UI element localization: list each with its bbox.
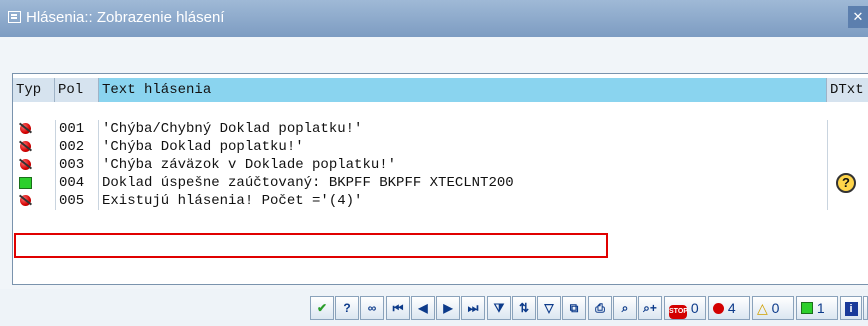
sort-button[interactable]: ⇅ [512,296,536,320]
pol-cell: 002 [55,138,99,156]
stop-count-button[interactable]: STOP 0 [664,296,706,320]
table-body: 001 'Chýba/Chybný Doklad poplatku!' 002 … [13,120,868,210]
next-page-button[interactable]: ▶ [436,296,460,320]
status-cell [13,174,55,192]
dtxt-cell [827,138,868,156]
table-header: Typ Pol Text hlásenia DTxt [13,78,868,102]
success-count-button[interactable]: 1 [796,296,838,320]
pol-cell: 003 [55,156,99,174]
pol-cell: 001 [55,120,99,138]
status-cell [13,156,55,174]
warning-count-button[interactable]: △ 0 [752,296,794,320]
pol-cell: 004 [55,174,99,192]
stop-count: 0 [690,300,699,316]
glasses-button[interactable]: ∞ [360,296,384,320]
table-row[interactable]: 003 'Chýba záväzok v Doklade poplatku!' [13,156,868,174]
last-page-button[interactable]: ⏭ [461,296,485,320]
dtxt-cell [827,120,868,138]
info-icon: i [844,302,858,316]
highlight-box [14,233,608,258]
table-row[interactable]: 002 'Chýba Doklad poplatku!' [13,138,868,156]
error-led-icon [18,158,33,172]
stop-icon: STOP [669,305,688,319]
filter-button[interactable]: ⧩ [487,296,511,320]
title-bar: Hlásenia:: Zobrazenie hlásení ✕ [0,0,868,37]
dtxt-cell [827,156,868,174]
error-led-icon [18,194,33,208]
message-text-cell: Doklad úspešne zaúčtovaný: BKPFF BKPFF X… [102,175,514,191]
message-text-cell: Existujú hlásenia! Počet ='(4)' [102,193,363,209]
status-cell [13,192,55,210]
column-header-pol[interactable]: Pol [55,78,99,102]
window-icon [8,11,21,23]
error-led-icon [18,122,33,136]
warning-count: 0 [771,300,780,316]
dialog-body: Typ Pol Text hlásenia DTxt 001 'Chýba/Ch… [0,37,868,289]
column-header-typ[interactable]: Typ [13,78,55,102]
status-cell [13,138,55,156]
table-row[interactable]: 005 Existujú hlásenia! Počet ='(4)' [13,192,868,210]
help-text-icon[interactable]: ? [836,173,856,193]
error-icon [713,303,724,314]
info-button[interactable]: i [840,296,862,320]
error-led-icon [18,140,33,154]
warning-icon: △ [757,300,768,316]
column-header-dtxt[interactable]: DTxt [827,78,868,102]
table-row[interactable]: 004 Doklad úspešne zaúčtovaný: BKPFF BKP… [13,173,868,193]
help-button[interactable]: ? [335,296,359,320]
message-text-cell: 'Chýba záväzok v Doklade poplatku!' [102,157,397,173]
find-button[interactable]: ⌕ [613,296,637,320]
continue-button[interactable]: ✔ [310,296,334,320]
first-page-button[interactable]: ⏮ [386,296,410,320]
message-text-cell: 'Chýba Doklad poplatku!' [102,139,304,155]
table-row[interactable]: 001 'Chýba/Chybný Doklad poplatku!' [13,120,868,138]
success-led-icon [19,177,32,189]
cancel-button[interactable] [863,296,868,320]
window-title: Hlásenia:: Zobrazenie hlásení [26,9,225,26]
success-count: 1 [816,300,825,316]
message-text-cell: 'Chýba/Chybný Doklad poplatku!' [102,121,363,137]
print-button[interactable]: ⎙ [588,296,612,320]
dtxt-cell [827,192,868,210]
copy-button[interactable]: ⧉ [562,296,586,320]
error-count-button[interactable]: 4 [708,296,750,320]
column-header-text[interactable]: Text hlásenia [99,78,827,102]
status-cell [13,120,55,138]
pol-cell: 005 [55,192,99,210]
prev-page-button[interactable]: ◀ [411,296,435,320]
error-count: 4 [727,300,736,316]
success-icon [801,302,813,314]
find-next-button[interactable]: ⌕+ [638,296,662,320]
filter2-button[interactable]: ▽ [537,296,561,320]
bottom-toolbar: ✔ ? ∞ ⏮ ◀ ▶ ⏭ ⧩ ⇅ ▽ ⧉ ⎙ ⌕ ⌕+ STOP 0 4 △ … [0,289,868,326]
dtxt-cell: ? [827,173,868,193]
close-button[interactable]: ✕ [848,6,868,28]
